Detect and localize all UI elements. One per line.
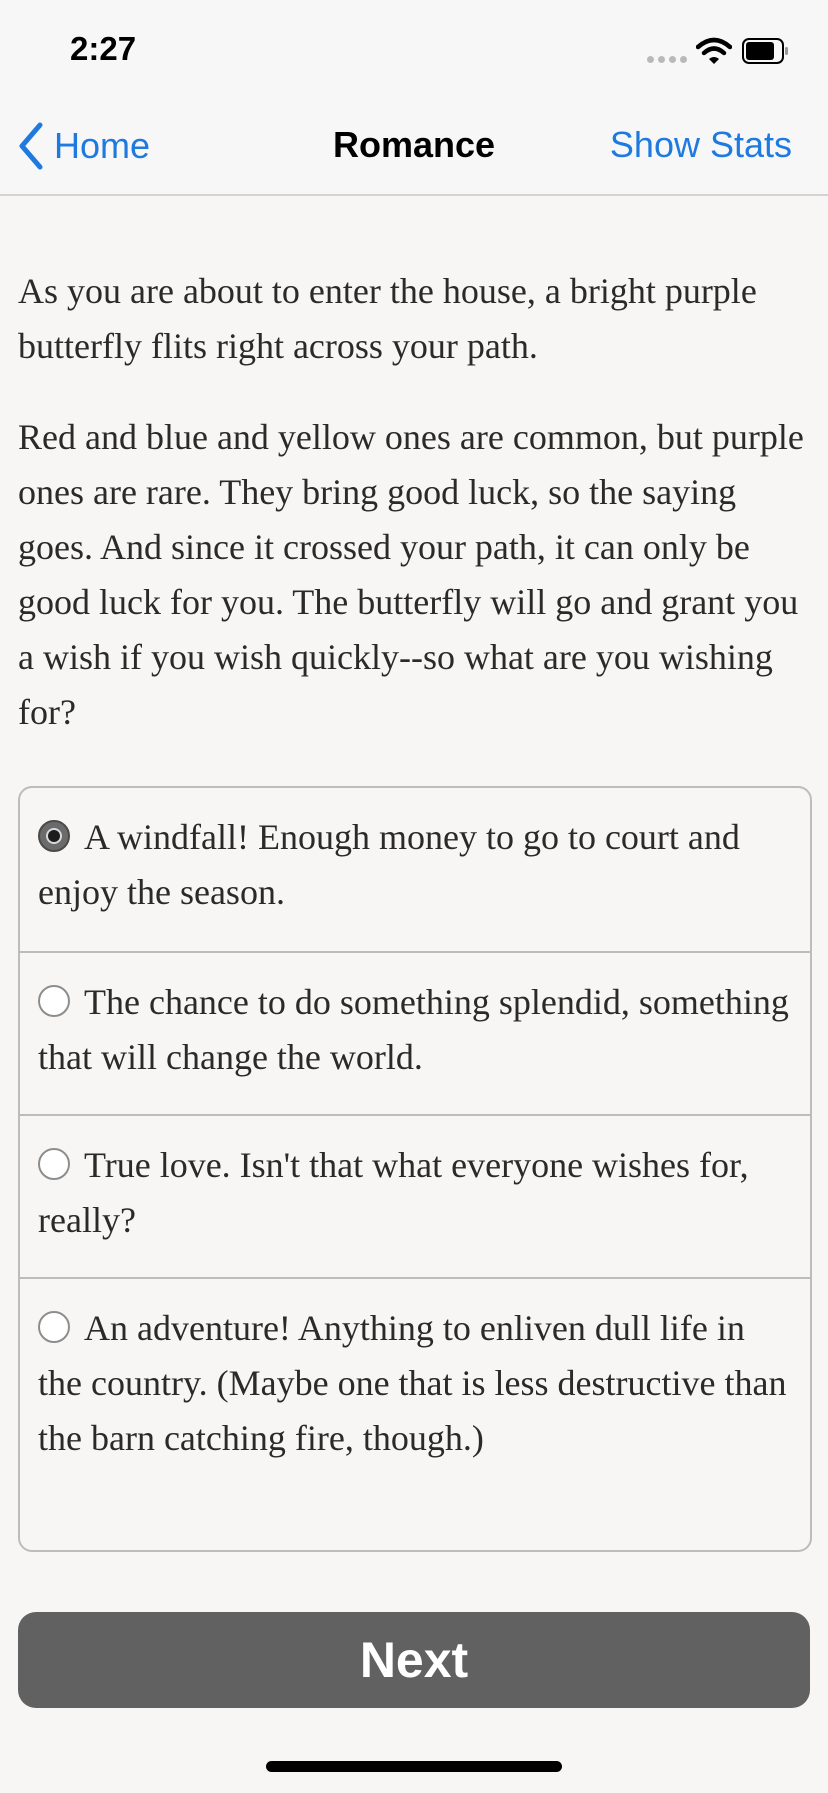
choice-option-splendid[interactable]: The chance to do something splendid, som… xyxy=(20,951,810,1114)
radio-unselected-icon[interactable] xyxy=(38,1311,70,1343)
radio-unselected-icon[interactable] xyxy=(38,985,70,1017)
story-text: As you are about to enter the house, a b… xyxy=(18,264,818,776)
next-button[interactable]: Next xyxy=(18,1612,810,1708)
radio-unselected-icon[interactable] xyxy=(38,1148,70,1180)
show-stats-button[interactable]: Show Stats xyxy=(610,124,792,166)
story-paragraph: Red and blue and yellow ones are common,… xyxy=(18,417,804,732)
radio-selected-icon[interactable] xyxy=(38,820,70,852)
signal-dots-icon xyxy=(647,56,687,63)
navigation-bar: Home Romance Show Stats xyxy=(0,100,828,196)
choice-label: An adventure! Anything to enliven dull l… xyxy=(38,1308,787,1458)
choice-option-adventure[interactable]: An adventure! Anything to enliven dull l… xyxy=(20,1277,810,1550)
choice-list: A windfall! Enough money to go to court … xyxy=(18,786,812,1552)
wifi-icon xyxy=(696,37,732,64)
choice-label: A windfall! Enough money to go to court … xyxy=(38,817,740,912)
choice-option-true-love[interactable]: True love. Isn't that what everyone wish… xyxy=(20,1114,810,1277)
battery-icon xyxy=(742,38,788,64)
status-bar: 2:27 xyxy=(0,0,828,100)
home-indicator[interactable] xyxy=(266,1761,562,1772)
choice-label: True love. Isn't that what everyone wish… xyxy=(38,1145,749,1240)
status-time: 2:27 xyxy=(70,30,137,67)
choice-label: The chance to do something splendid, som… xyxy=(38,982,789,1077)
choice-option-windfall[interactable]: A windfall! Enough money to go to court … xyxy=(20,788,810,951)
story-paragraph: As you are about to enter the house, a b… xyxy=(18,271,757,366)
